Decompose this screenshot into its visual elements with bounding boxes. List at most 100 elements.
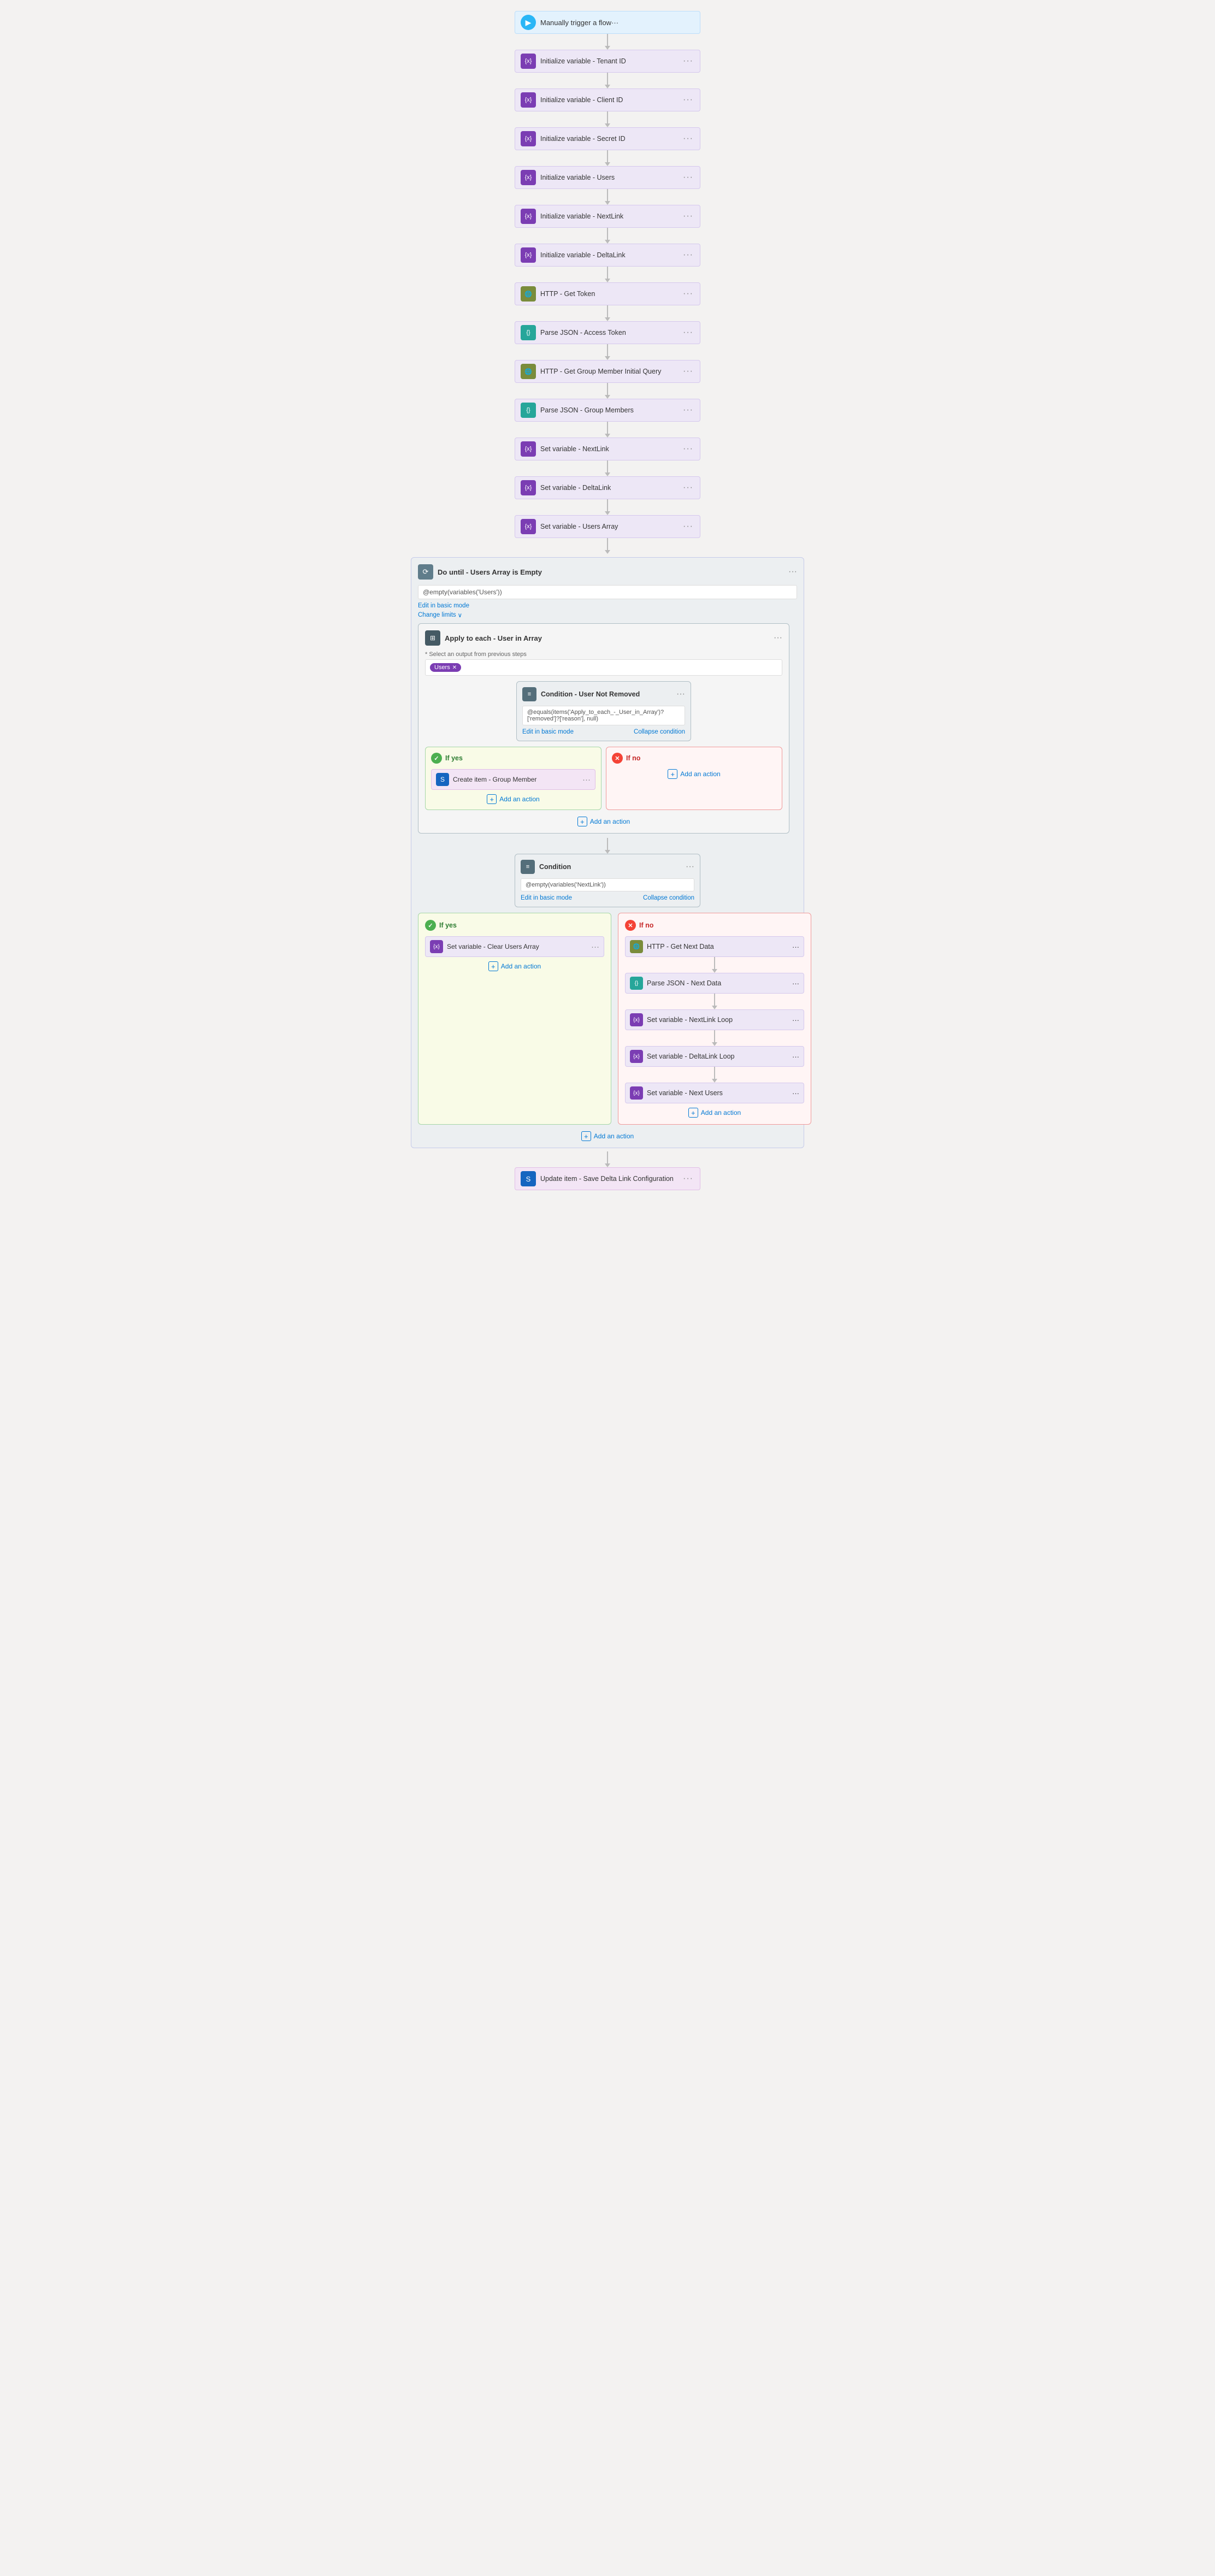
action-more-set-deltalink[interactable]: ··· xyxy=(682,483,694,493)
clear-users-card[interactable]: {x} Set variable - Clear Users Array ··· xyxy=(425,936,604,957)
create-item-more[interactable]: ··· xyxy=(582,775,591,784)
action-label-init-tenant: Initialize variable - Tenant ID xyxy=(540,57,682,65)
action-more-init-client[interactable]: ··· xyxy=(682,95,694,105)
action-icon-http-token: 🌐 xyxy=(521,286,536,302)
action-card-init-client[interactable]: {x}Initialize variable - Client ID··· xyxy=(515,88,700,111)
action-card-http-token[interactable]: 🌐HTTP - Get Token··· xyxy=(515,282,700,305)
action-card-set-nextlink[interactable]: {x}Set variable - NextLink··· xyxy=(515,438,700,460)
action-card-parse-group[interactable]: {}Parse JSON - Group Members··· xyxy=(515,399,700,422)
final-action-icon: S xyxy=(521,1171,536,1186)
connector xyxy=(605,34,610,50)
action-card-init-secret[interactable]: {x}Initialize variable - Secret ID··· xyxy=(515,127,700,150)
dountil-edit-link[interactable]: Edit in basic mode xyxy=(418,602,469,609)
action-label-set-nextlink-loop: Set variable - NextLink Loop xyxy=(647,1016,792,1024)
final-action-more[interactable]: ··· xyxy=(682,1174,694,1184)
action-card-init-nextlink[interactable]: {x}Initialize variable - NextLink··· xyxy=(515,205,700,228)
connector xyxy=(515,267,700,282)
action-label-set-next-users: Set variable - Next Users xyxy=(647,1089,792,1097)
action-more-parse-token[interactable]: ··· xyxy=(682,328,694,338)
action-more-set-deltalink-loop[interactable]: ··· xyxy=(792,1053,799,1061)
action-more-set-next-users[interactable]: ··· xyxy=(792,1089,799,1097)
action-more-init-users[interactable]: ··· xyxy=(682,173,694,182)
action-more-http-token[interactable]: ··· xyxy=(682,289,694,299)
action-more-set-users-arr[interactable]: ··· xyxy=(682,522,694,531)
action-icon-set-deltalink-loop: {x} xyxy=(630,1050,643,1063)
action-card-set-nextlink-loop[interactable]: {x} Set variable - NextLink Loop··· xyxy=(625,1009,804,1030)
outer-condition-card: ≡ Condition ··· @empty(variables('NextLi… xyxy=(515,854,700,907)
action-label-init-client: Initialize variable - Client ID xyxy=(540,96,682,104)
action-card-set-next-users[interactable]: {x} Set variable - Next Users··· xyxy=(625,1083,804,1103)
no-branch-actions: 🌐HTTP - Get Next Data··· {}Parse JSON - N… xyxy=(625,936,804,1103)
outer-condition-header: ≡ Condition ··· xyxy=(521,860,694,874)
inner-condition-collapse[interactable]: Collapse condition xyxy=(634,729,685,735)
final-action-card[interactable]: S Update item - Save Delta Link Configur… xyxy=(515,1167,700,1190)
action-card-set-users-arr[interactable]: {x}Set variable - Users Array··· xyxy=(515,515,700,538)
action-card-init-tenant[interactable]: {x}Initialize variable - Tenant ID··· xyxy=(515,50,700,73)
action-icon-parse-token: {} xyxy=(521,325,536,340)
outer-add-action-no[interactable]: + Add an action xyxy=(625,1108,804,1118)
action-more-set-nextlink[interactable]: ··· xyxy=(682,444,694,454)
outer-condition-edit[interactable]: Edit in basic mode xyxy=(521,895,572,901)
inner-branch-no: ✕ If no + Add an action xyxy=(606,747,782,810)
trigger-card[interactable]: ▶ Manually trigger a flow ··· xyxy=(515,11,700,34)
action-card-http-group[interactable]: 🌐HTTP - Get Group Member Initial Query··… xyxy=(515,360,700,383)
connector xyxy=(515,189,700,205)
action-more-parse-group[interactable]: ··· xyxy=(682,405,694,415)
apply-header: ⊞ Apply to each - User in Array ··· xyxy=(425,630,782,646)
action-icon-set-nextlink-loop: {x} xyxy=(630,1013,643,1026)
action-card-parse-next[interactable]: {}Parse JSON - Next Data··· xyxy=(625,973,804,994)
apply-more[interactable]: ··· xyxy=(774,633,782,643)
outer-branch-yes: ✓ If yes {x} Set variable - Clear Users … xyxy=(418,913,611,1125)
clear-users-icon: {x} xyxy=(430,940,443,953)
connector xyxy=(515,111,700,127)
clear-users-label: Set variable - Clear Users Array xyxy=(447,943,591,950)
action-card-http-next[interactable]: 🌐HTTP - Get Next Data··· xyxy=(625,936,804,957)
action-more-set-nextlink-loop[interactable]: ··· xyxy=(792,1016,799,1024)
dountil-more[interactable]: ··· xyxy=(788,567,797,577)
action-more-init-deltalink[interactable]: ··· xyxy=(682,250,694,260)
action-more-parse-next[interactable]: ··· xyxy=(792,979,799,988)
action-more-http-next[interactable]: ··· xyxy=(792,943,799,951)
users-tag: Users ✕ xyxy=(430,663,461,672)
connector xyxy=(625,1030,804,1046)
action-more-init-nextlink[interactable]: ··· xyxy=(682,211,694,221)
action-card-init-users[interactable]: {x}Initialize variable - Users··· xyxy=(515,166,700,189)
inner-no-label: ✕ If no xyxy=(612,753,776,764)
apply-title: Apply to each - User in Array xyxy=(445,634,774,642)
add-action-apply[interactable]: + Add an action xyxy=(425,817,782,826)
action-card-set-deltalink-loop[interactable]: {x}Set variable - DeltaLink Loop··· xyxy=(625,1046,804,1067)
action-more-init-secret[interactable]: ··· xyxy=(682,134,694,144)
x-icon: ✕ xyxy=(612,753,623,764)
inner-branch-yes: ✓ If yes S Create item - Group Member ··… xyxy=(425,747,601,810)
action-icon-init-deltalink: {x} xyxy=(521,247,536,263)
connector xyxy=(515,422,700,438)
action-more-http-group[interactable]: ··· xyxy=(682,367,694,376)
inner-condition-edit[interactable]: Edit in basic mode xyxy=(522,729,574,735)
outer-add-action-yes[interactable]: + Add an action xyxy=(425,961,604,971)
action-label-init-users: Initialize variable - Users xyxy=(540,174,682,181)
outer-add-no-icon: + xyxy=(688,1108,698,1118)
action-more-init-tenant[interactable]: ··· xyxy=(682,56,694,66)
action-icon-set-next-users: {x} xyxy=(630,1086,643,1100)
inner-condition-card: ≡ Condition - User Not Removed ··· @equa… xyxy=(516,681,691,741)
tag-remove[interactable]: ✕ xyxy=(452,665,457,671)
action-card-set-deltalink[interactable]: {x}Set variable - DeltaLink··· xyxy=(515,476,700,499)
add-action-no[interactable]: + Add an action xyxy=(612,769,776,779)
trigger-more[interactable]: ··· xyxy=(611,19,618,27)
clear-users-more[interactable]: ··· xyxy=(591,942,599,952)
outer-condition-collapse[interactable]: Collapse condition xyxy=(643,895,694,901)
inner-condition-wrap: ≡ Condition - User Not Removed ··· @equa… xyxy=(425,681,782,747)
outer-branch-no: ✕ If no 🌐HTTP - Get Next Data···{}Parse … xyxy=(618,913,811,1125)
inner-condition-more[interactable]: ··· xyxy=(676,689,685,699)
action-card-parse-token[interactable]: {}Parse JSON - Access Token··· xyxy=(515,321,700,344)
action-card-init-deltalink[interactable]: {x}Initialize variable - DeltaLink··· xyxy=(515,244,700,267)
outer-condition-more[interactable]: ··· xyxy=(686,862,694,872)
select-box[interactable]: Users ✕ xyxy=(425,659,782,676)
final-connector xyxy=(605,1151,610,1167)
add-action-yes[interactable]: + Add an action xyxy=(431,794,595,804)
action-icon-init-nextlink: {x} xyxy=(521,209,536,224)
add-action-dountil[interactable]: + Add an action xyxy=(581,1131,634,1141)
inner-condition-title: Condition - User Not Removed xyxy=(541,690,676,698)
create-item-card[interactable]: S Create item - Group Member ··· xyxy=(431,769,595,790)
change-limits[interactable]: Change limits ∨ xyxy=(418,611,797,619)
